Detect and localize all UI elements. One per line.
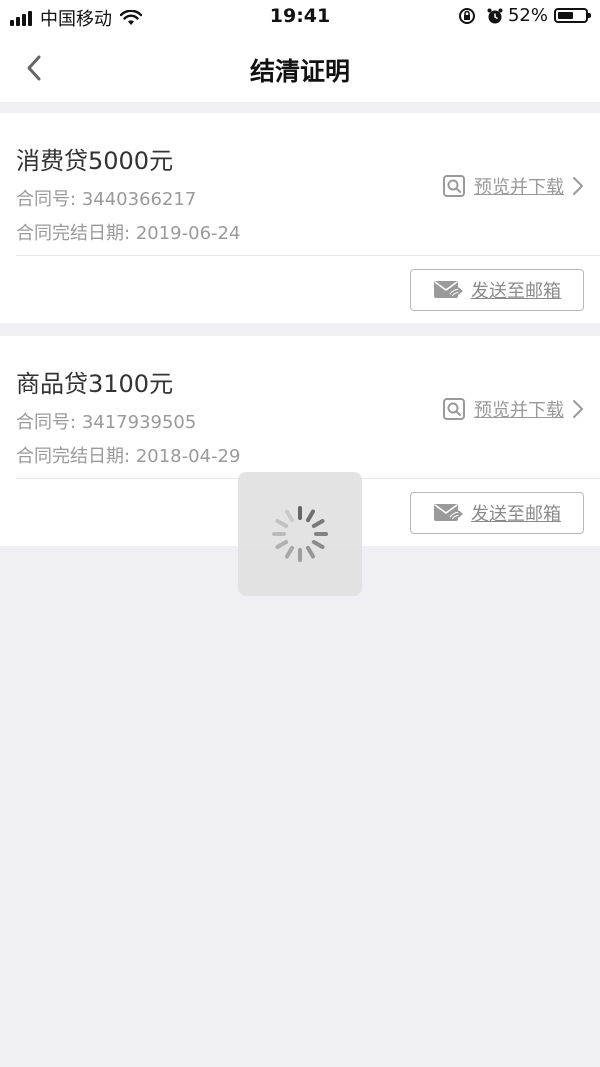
preview-download-link[interactable]: 预览并下载: [442, 173, 584, 199]
rotation-lock-icon: [458, 7, 475, 24]
loan-title: 消费贷5000元: [16, 147, 174, 175]
document-search-icon: [443, 175, 465, 197]
completion-date-row: 合同完结日期: 2018-04-29: [16, 442, 240, 468]
page-title: 结清证明: [249, 57, 350, 86]
completion-date-label: 合同完结日期:: [16, 446, 131, 467]
navigation-bar: 结清证明: [0, 34, 600, 102]
send-email-label: 发送至邮箱: [471, 504, 561, 525]
completion-date-value: 2019-06-24: [135, 223, 241, 244]
contract-number-value: 3440366217: [81, 189, 197, 210]
battery-percent: 52%: [507, 5, 548, 26]
chevron-right-icon: [573, 400, 583, 418]
loan-title: 商品贷3100元: [16, 370, 174, 398]
battery-icon: [554, 8, 591, 23]
contract-number-row: 合同号: 3440366217: [16, 185, 196, 211]
loading-overlay: [238, 472, 362, 596]
preview-download-label: 预览并下载: [474, 400, 564, 421]
contract-number-value: 3417939505: [81, 412, 197, 433]
alarm-icon: [487, 8, 503, 23]
loan-card: 消费贷5000元 合同号: 3440366217 合同完结日期: 2019-06…: [0, 113, 600, 323]
divider: [16, 255, 600, 256]
mail-forward-icon: [434, 281, 463, 298]
preview-download-label: 预览并下载: [474, 177, 564, 198]
preview-download-link[interactable]: 预览并下载: [442, 396, 584, 422]
completion-date-value: 2018-04-29: [135, 446, 241, 467]
completion-date-label: 合同完结日期:: [16, 223, 131, 244]
send-email-button[interactable]: 发送至邮箱: [410, 269, 584, 311]
contract-number-label: 合同号:: [16, 189, 77, 210]
chevron-right-icon: [573, 177, 583, 195]
send-email-label: 发送至邮箱: [471, 281, 561, 302]
completion-date-row: 合同完结日期: 2019-06-24: [16, 219, 240, 245]
contract-number-row: 合同号: 3417939505: [16, 408, 196, 434]
mail-forward-icon: [434, 504, 463, 521]
contract-number-label: 合同号:: [16, 412, 77, 433]
status-bar: 中国移动 19:41 52%: [0, 0, 600, 34]
send-email-button[interactable]: 发送至邮箱: [410, 492, 584, 534]
status-right: 52%: [458, 5, 591, 26]
document-search-icon: [443, 398, 465, 420]
